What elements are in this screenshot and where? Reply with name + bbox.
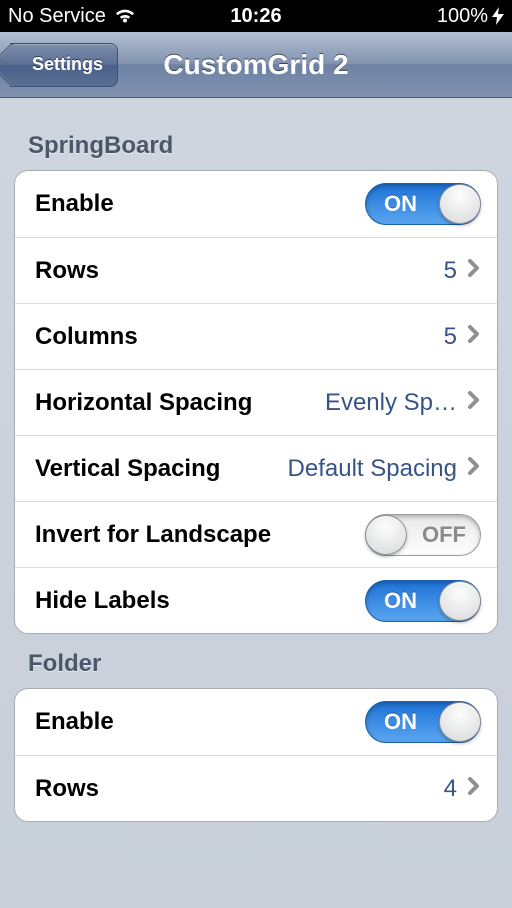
toggle-knob (439, 184, 481, 224)
back-button[interactable]: Settings (10, 43, 118, 87)
row-value: 4 (99, 775, 457, 803)
row-label: Enable (35, 190, 114, 218)
section-header-springboard: SpringBoard (14, 116, 498, 170)
chevron-right-icon (467, 456, 481, 481)
toggle-hide-labels[interactable]: ON (365, 580, 481, 622)
chevron-right-icon (467, 390, 481, 415)
chevron-right-icon (467, 258, 481, 283)
section-folder: Enable ON Rows 4 (14, 688, 498, 822)
row-label: Hide Labels (35, 587, 170, 615)
row-enable-folder: Enable ON (15, 689, 497, 755)
wifi-icon (114, 8, 136, 24)
row-label: Rows (35, 775, 99, 803)
row-value: 5 (99, 257, 457, 285)
back-button-label: Settings (32, 54, 103, 75)
row-enable: Enable ON (15, 171, 497, 237)
row-vertical-spacing[interactable]: Vertical Spacing Default Spacing (15, 435, 497, 501)
status-bar: No Service 10:26 100% (0, 0, 512, 32)
toggle-label: OFF (422, 515, 466, 555)
chevron-right-icon (467, 776, 481, 801)
toggle-knob (439, 702, 481, 742)
row-label: Enable (35, 708, 114, 736)
row-rows-folder[interactable]: Rows 4 (15, 755, 497, 821)
row-rows[interactable]: Rows 5 (15, 237, 497, 303)
toggle-knob (365, 515, 407, 555)
row-value: 5 (138, 323, 457, 351)
section-springboard: Enable ON Rows 5 Columns 5 Horizontal Sp… (14, 170, 498, 634)
content: SpringBoard Enable ON Rows 5 Columns 5 H… (0, 98, 512, 822)
row-label: Invert for Landscape (35, 521, 271, 549)
toggle-enable-folder[interactable]: ON (365, 701, 481, 743)
row-label: Rows (35, 257, 99, 285)
row-label: Vertical Spacing (35, 455, 220, 483)
row-label: Columns (35, 323, 138, 351)
chevron-right-icon (467, 324, 481, 349)
row-hide-labels: Hide Labels ON (15, 567, 497, 633)
row-invert-landscape: Invert for Landscape OFF (15, 501, 497, 567)
toggle-enable-springboard[interactable]: ON (365, 183, 481, 225)
toggle-label: ON (384, 702, 417, 742)
row-value: Evenly Sp… (252, 389, 457, 417)
section-header-folder: Folder (14, 634, 498, 688)
row-columns[interactable]: Columns 5 (15, 303, 497, 369)
clock: 10:26 (230, 5, 281, 28)
battery-text: 100% (437, 5, 488, 28)
bolt-icon (492, 7, 504, 25)
row-label: Horizontal Spacing (35, 389, 252, 417)
toggle-invert-landscape[interactable]: OFF (365, 514, 481, 556)
row-horizontal-spacing[interactable]: Horizontal Spacing Evenly Sp… (15, 369, 497, 435)
row-value: Default Spacing (220, 455, 457, 483)
nav-bar: Settings CustomGrid 2 (0, 32, 512, 98)
toggle-label: ON (384, 184, 417, 224)
toggle-label: ON (384, 581, 417, 621)
carrier-text: No Service (8, 5, 106, 28)
toggle-knob (439, 581, 481, 621)
